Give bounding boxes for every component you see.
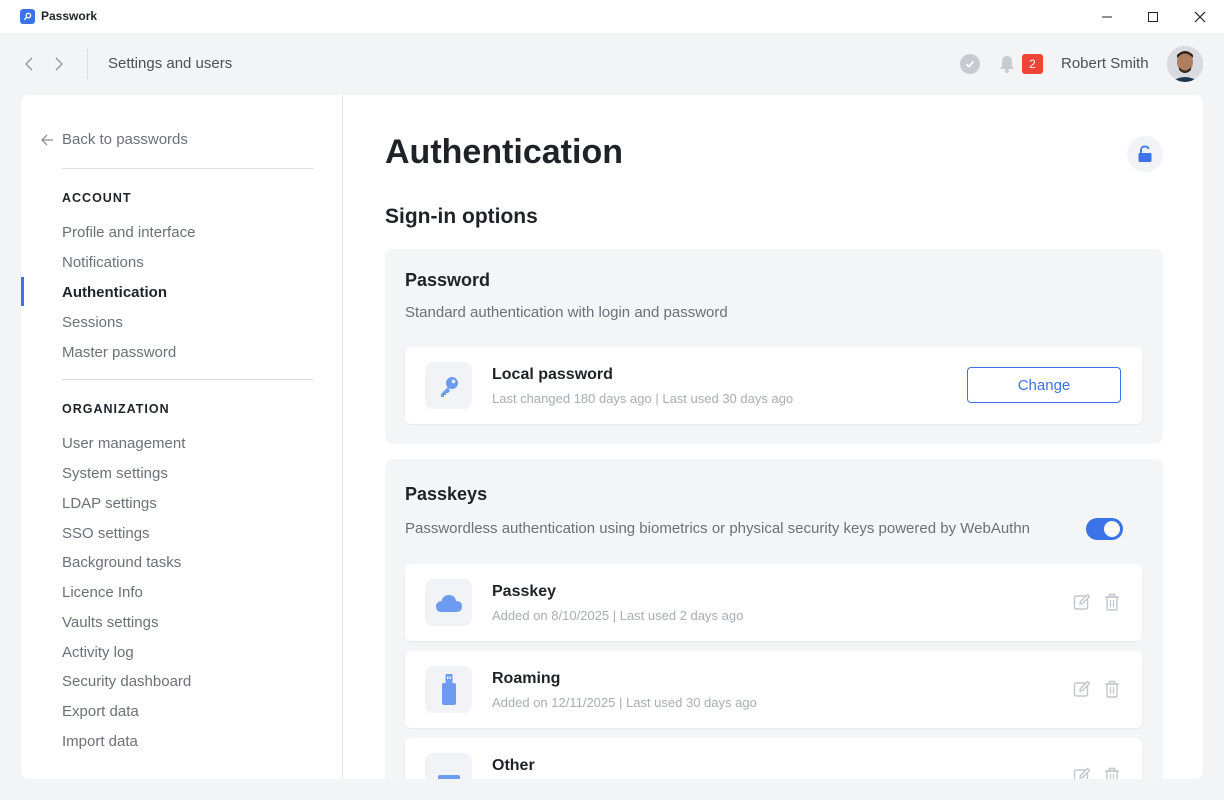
settings-card: Back to passwords ACCOUNT Profile and in… bbox=[21, 95, 1203, 779]
sidebar-divider bbox=[62, 168, 313, 169]
check-icon[interactable] bbox=[960, 54, 980, 74]
close-button[interactable] bbox=[1177, 0, 1223, 33]
password-panel: Password Standard authentication with lo… bbox=[385, 249, 1163, 444]
bell-icon[interactable] bbox=[996, 53, 1018, 75]
sidebar-item-background-tasks[interactable]: Background tasks bbox=[62, 554, 181, 571]
passkeys-toggle[interactable] bbox=[1086, 518, 1123, 540]
forward-arrow-icon[interactable] bbox=[49, 54, 69, 74]
section-title: Sign-in options bbox=[385, 205, 538, 228]
other-row: Other bbox=[405, 738, 1142, 779]
row-meta: Added on 12/11/2025 | Last used 30 days … bbox=[492, 695, 757, 710]
panel-title: Passkeys bbox=[405, 484, 488, 504]
back-link-label: Back to passwords bbox=[62, 131, 188, 148]
back-to-passwords-link[interactable]: Back to passwords bbox=[41, 131, 188, 148]
minimize-button[interactable] bbox=[1084, 0, 1130, 33]
arrow-left-icon bbox=[41, 134, 53, 145]
device-icon bbox=[425, 753, 472, 779]
sidebar-item-sso-settings[interactable]: SSO settings bbox=[62, 525, 150, 542]
unlock-icon bbox=[1138, 145, 1152, 162]
unlock-button[interactable] bbox=[1127, 136, 1163, 172]
notification-badge[interactable]: 2 bbox=[1022, 54, 1043, 74]
key-icon bbox=[425, 362, 472, 409]
sidebar-item-ldap-settings[interactable]: LDAP settings bbox=[62, 495, 157, 512]
app-logo-icon bbox=[20, 9, 35, 24]
breadcrumb: Settings and users bbox=[108, 55, 233, 72]
title-bar: Passwork bbox=[0, 0, 1224, 33]
edit-icon[interactable] bbox=[1072, 766, 1092, 779]
row-title: Other bbox=[492, 757, 535, 774]
panel-description: Standard authentication with login and p… bbox=[405, 304, 728, 321]
maximize-button[interactable] bbox=[1130, 0, 1176, 33]
passkeys-panel: Passkeys Passwordless authentication usi… bbox=[385, 459, 1163, 779]
row-title: Local password bbox=[492, 366, 613, 383]
sidebar-item-security-dashboard[interactable]: Security dashboard bbox=[62, 673, 191, 690]
change-password-button[interactable]: Change bbox=[967, 367, 1121, 403]
row-meta: Added on 8/10/2025 | Last used 2 days ag… bbox=[492, 608, 744, 623]
panel-title: Password bbox=[405, 270, 491, 290]
edit-icon[interactable] bbox=[1072, 592, 1092, 612]
sidebar-item-authentication[interactable]: Authentication bbox=[62, 284, 167, 301]
sidebar-item-sessions[interactable]: Sessions bbox=[62, 314, 123, 331]
top-bar: Settings and users 2 Robert Smith bbox=[0, 33, 1224, 95]
row-title: Roaming bbox=[492, 670, 561, 687]
sidebar-item-system-settings[interactable]: System settings bbox=[62, 465, 168, 482]
passkey-row: Passkey Added on 8/10/2025 | Last used 2… bbox=[405, 564, 1142, 641]
sidebar-item-master-password[interactable]: Master password bbox=[62, 344, 176, 361]
avatar[interactable] bbox=[1167, 46, 1203, 82]
local-password-row: Local password Last changed 180 days ago… bbox=[405, 347, 1142, 424]
sidebar-divider bbox=[62, 379, 313, 380]
toggle-knob bbox=[1104, 521, 1120, 537]
sidebar-item-notifications[interactable]: Notifications bbox=[62, 254, 144, 271]
sidebar-item-import-data[interactable]: Import data bbox=[62, 733, 138, 750]
sidebar-item-vaults-settings[interactable]: Vaults settings bbox=[62, 614, 158, 631]
panel-description: Passwordless authentication using biomet… bbox=[405, 520, 1031, 537]
trash-icon[interactable] bbox=[1102, 766, 1122, 779]
usb-key-icon bbox=[425, 666, 472, 713]
organization-heading: ORGANIZATION bbox=[62, 402, 170, 416]
row-meta: Last changed 180 days ago | Last used 30… bbox=[492, 391, 794, 406]
active-indicator bbox=[21, 277, 24, 306]
account-heading: ACCOUNT bbox=[62, 191, 132, 205]
topbar-divider bbox=[87, 49, 88, 79]
sidebar-item-user-management[interactable]: User management bbox=[62, 435, 185, 452]
cloud-icon bbox=[425, 579, 472, 626]
roaming-row: Roaming Added on 12/11/2025 | Last used … bbox=[405, 651, 1142, 728]
user-name[interactable]: Robert Smith bbox=[1061, 55, 1149, 72]
edit-icon[interactable] bbox=[1072, 679, 1092, 699]
back-arrow-icon[interactable] bbox=[19, 54, 39, 74]
trash-icon[interactable] bbox=[1102, 592, 1122, 612]
page-title: Authentication bbox=[385, 133, 623, 171]
sidebar-item-activity-log[interactable]: Activity log bbox=[62, 644, 134, 661]
trash-icon[interactable] bbox=[1102, 679, 1122, 699]
sidebar-item-profile[interactable]: Profile and interface bbox=[62, 224, 195, 241]
sidebar-item-export-data[interactable]: Export data bbox=[62, 703, 139, 720]
row-title: Passkey bbox=[492, 583, 557, 600]
app-title: Passwork bbox=[41, 9, 98, 23]
settings-sidebar: Back to passwords ACCOUNT Profile and in… bbox=[21, 95, 343, 779]
sidebar-item-licence-info[interactable]: Licence Info bbox=[62, 584, 143, 601]
main-content: Authentication Sign-in options Password … bbox=[344, 95, 1203, 779]
